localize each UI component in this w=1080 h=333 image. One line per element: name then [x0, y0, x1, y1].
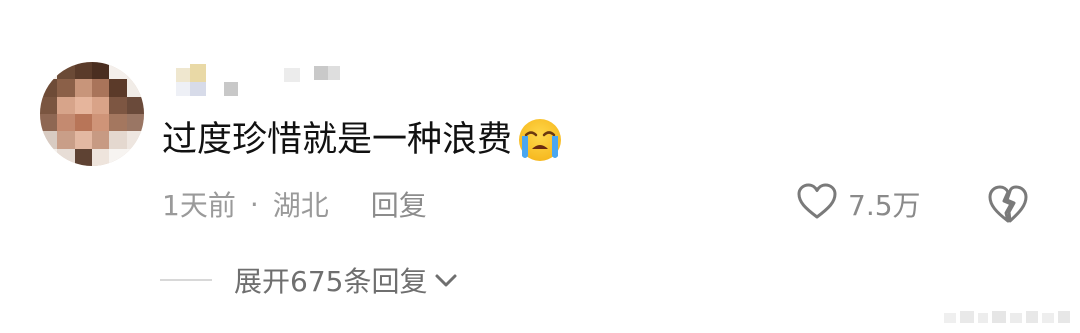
broken-heart-icon	[986, 185, 1030, 229]
like-count: 7.5万	[848, 189, 921, 222]
avatar[interactable]	[40, 62, 144, 166]
comment-time: 1天前	[162, 189, 236, 222]
loudly-crying-face-icon	[514, 116, 566, 164]
like-button[interactable]: 7.5万	[796, 181, 921, 227]
comment-text-row: 过度珍惜就是一种浪费	[162, 116, 566, 164]
heart-outline-icon	[796, 182, 838, 227]
expand-replies-label: 展开675条回复	[234, 265, 428, 298]
expand-replies-button[interactable]: 展开675条回复	[160, 256, 461, 304]
reply-button[interactable]: 回复	[371, 184, 427, 224]
comment-text: 过度珍惜就是一种浪费	[162, 120, 513, 160]
meta-separator: ·	[249, 187, 259, 221]
divider-line	[160, 279, 212, 281]
comment-meta: 1天前 · 湖北 回复	[162, 181, 427, 227]
dislike-button[interactable]	[986, 183, 1030, 225]
watermark	[942, 307, 1072, 327]
username[interactable]	[176, 64, 346, 96]
comment-location: 湖北	[272, 189, 329, 222]
chevron-down-icon	[431, 265, 461, 295]
